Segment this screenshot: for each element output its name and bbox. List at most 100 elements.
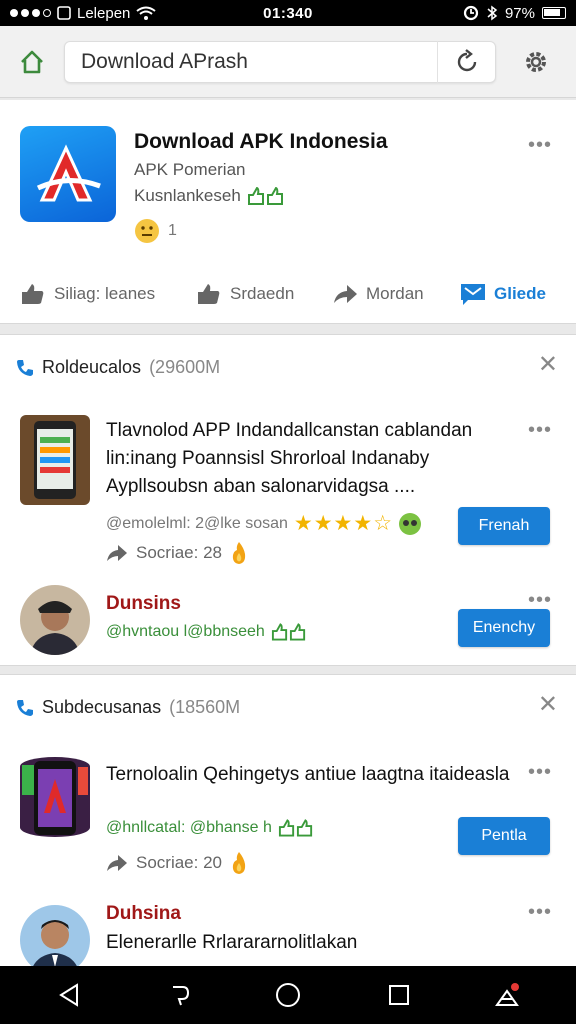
post-text[interactable]: Ternoloalin Qehingetys antiue laagtna it… <box>106 761 516 789</box>
thumbs-up-icon <box>22 284 44 304</box>
app-card: Download APK Indonesia APK Pomerian Kusn… <box>0 100 576 324</box>
badge-icon <box>399 512 422 535</box>
feed-section-2: Subdecusanas (18560M ✕ Ternoloalin Qehin… <box>0 674 576 967</box>
post-more-button[interactable]: ••• <box>528 903 552 922</box>
nav-recents-button[interactable] <box>384 980 414 1010</box>
address-bar[interactable]: Download APrash <box>64 40 496 83</box>
flame-icon <box>232 852 246 874</box>
post-action-button[interactable]: Frenah <box>458 507 550 545</box>
post-score: Socriae: 28 <box>106 541 248 565</box>
app-action-row: Siliag: leanes Srdaedn Mordan Gliede <box>0 276 576 312</box>
post-author-line: @hvntaou l@bbnseeh <box>106 623 307 641</box>
post-action-button[interactable]: Enenchy <box>458 609 550 647</box>
status-bar: Lelepen 01:340 97% <box>0 0 576 26</box>
guide-label: Gliede <box>494 284 546 303</box>
post-author-handle[interactable]: @hvntaou l@bbnseeh <box>106 623 265 641</box>
recents-square-icon <box>389 985 409 1005</box>
star-outline-icon: ☆ <box>373 512 393 535</box>
section-1-post-2: Dunsins @hvntaou l@bbnseeh ••• Enenchy <box>0 583 576 659</box>
settings-button[interactable] <box>496 26 576 98</box>
nav-home-button[interactable] <box>273 980 303 1010</box>
signal-dots-icon <box>10 9 51 17</box>
battery-icon <box>542 7 566 19</box>
reload-button[interactable] <box>437 40 495 83</box>
avatar[interactable] <box>20 905 90 967</box>
share-label: Srdaedn <box>230 284 295 303</box>
gear-icon <box>526 51 546 72</box>
post-action-button[interactable]: Pentla <box>458 817 550 855</box>
post-author-name[interactable]: Dunsins <box>106 593 181 615</box>
post-author-line: @hnllcatal: @bhanse h <box>106 819 314 837</box>
phone-icon <box>17 359 33 376</box>
section-1-header: Roldeucalos (29600M <box>16 357 220 378</box>
post-score: Socriae: 20 <box>106 851 248 875</box>
assist-icon <box>495 983 519 1006</box>
flame-icon <box>232 542 246 564</box>
message-icon <box>461 284 485 305</box>
rating-stars: ★ ★ ★ ★ ☆ <box>294 511 392 536</box>
post-author-line: @emolelml: 2@lke sosan ★ ★ ★ ★ ☆ <box>106 511 422 536</box>
post-more-button[interactable]: ••• <box>528 420 552 440</box>
post-author-handle[interactable]: @hnllcatal: @bhanse h <box>106 819 272 837</box>
star-filled-icon: ★ <box>293 512 313 535</box>
undo-icon <box>173 986 190 1006</box>
section-2-post-1: Ternoloalin Qehingetys antiue laagtna it… <box>0 757 576 877</box>
thumbs-up-icon <box>198 284 220 304</box>
section-1-post-1: Tlavnolod APP Indandallcanstan cablandan… <box>0 415 576 565</box>
forward-label: Mordan <box>366 284 424 303</box>
reload-icon <box>457 48 476 71</box>
thumbs-up-green-icon <box>271 623 305 641</box>
post-thumbnail[interactable] <box>20 757 90 837</box>
share-arrow-icon <box>107 545 127 561</box>
app-logo[interactable] <box>20 126 116 222</box>
address-text[interactable]: Download APrash <box>65 50 437 74</box>
avatar[interactable] <box>20 585 90 655</box>
section-2-header: Subdecusanas (18560M <box>16 697 240 718</box>
home-button[interactable] <box>0 26 64 98</box>
share-arrow-icon <box>107 855 127 871</box>
nav-undo-button[interactable] <box>164 980 194 1010</box>
score-value: Socriae: 20 <box>136 853 222 872</box>
post-author[interactable]: @emolelml: 2@lke sosan <box>106 515 288 533</box>
post-text[interactable]: Elenerarlle Rrlarararnolitlakan <box>106 929 516 957</box>
post-author-name[interactable]: Duhsina <box>106 903 181 925</box>
phone-icon <box>17 699 33 716</box>
thumbs-up-green-icon <box>278 819 313 837</box>
guide-action[interactable]: Gliede <box>460 282 546 306</box>
nav-back-button[interactable] <box>54 980 84 1010</box>
star-filled-icon: ★ <box>353 512 373 535</box>
app-reaction[interactable]: 1 <box>134 218 177 244</box>
post-more-button[interactable]: ••• <box>528 590 552 610</box>
browser-toolbar: Download APrash <box>0 26 576 98</box>
app-author-name: Kusnlankeseh <box>134 186 241 205</box>
like-action[interactable]: Siliag: leanes <box>20 282 155 306</box>
section-1-close-button[interactable]: ✕ <box>538 353 558 377</box>
app-subtitle: APK Pomerian <box>134 160 246 179</box>
app-author: Kusnlankeseh <box>134 186 285 206</box>
section-2-close-button[interactable]: ✕ <box>538 693 558 717</box>
carrier-icon <box>57 6 71 20</box>
share-action[interactable]: Srdaedn <box>196 282 294 306</box>
like-label: Siliag: leanes <box>54 284 156 303</box>
section-1-title: Roldeucalos <box>42 357 142 377</box>
section-2-title: Subdecusanas <box>42 697 162 717</box>
reaction-count: 1 <box>168 222 177 239</box>
section-2-post-2: Duhsina Elenerarlle Rrlarararnolitlakan … <box>0 903 576 967</box>
thumbs-up-green-icon <box>247 187 283 205</box>
post-thumbnail[interactable] <box>20 415 90 505</box>
section-1-meta: (29600M <box>149 357 221 377</box>
nav-assist-button[interactable] <box>492 980 522 1010</box>
feed-section-1: Roldeucalos (29600M ✕ Tlavnolod APP Inda… <box>0 334 576 666</box>
alarm-icon <box>463 5 479 21</box>
app-more-button[interactable]: ••• <box>528 135 552 155</box>
post-more-button[interactable]: ••• <box>528 762 552 782</box>
battery-percent: 97% <box>504 4 535 22</box>
system-nav-bar <box>0 966 576 1024</box>
home-icon <box>21 50 43 73</box>
home-circle-icon <box>276 983 300 1007</box>
app-title[interactable]: Download APK Indonesia <box>134 130 388 154</box>
score-value: Socriae: 28 <box>136 543 222 562</box>
forward-arrow-icon <box>334 285 357 303</box>
forward-action[interactable]: Mordan <box>332 283 424 305</box>
post-text[interactable]: Tlavnolod APP Indandallcanstan cablandan… <box>106 417 516 501</box>
